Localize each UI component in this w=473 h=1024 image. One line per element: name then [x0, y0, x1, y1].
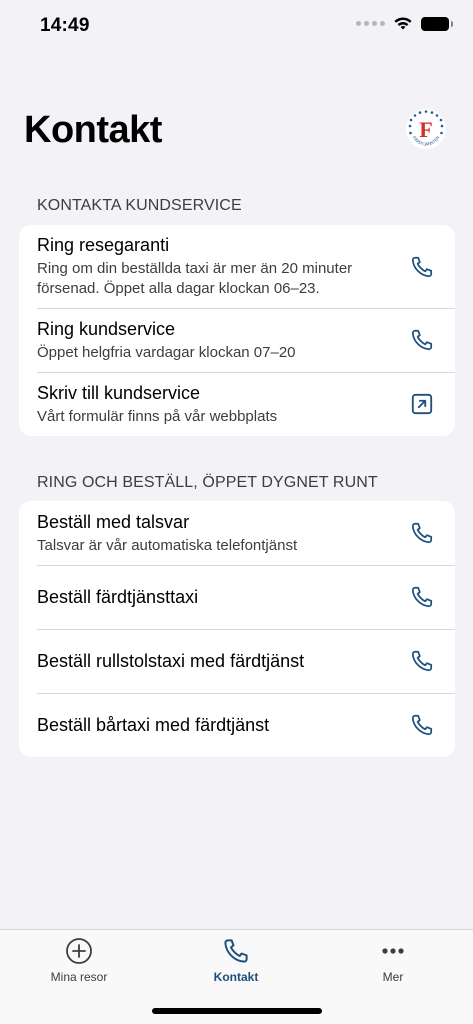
more-icon	[382, 948, 404, 954]
list-item-ring-resegaranti[interactable]: Ring resegaranti Ring om din beställda t…	[19, 225, 455, 308]
page-header: Kontakt F FÄRDTJÄNSTEN	[24, 104, 453, 156]
phone-icon[interactable]	[409, 327, 435, 353]
phone-icon[interactable]	[409, 254, 435, 280]
row-title: Ring resegaranti	[37, 235, 170, 255]
section-header-kundservice: KONTAKTA KUNDSERVICE	[37, 197, 242, 214]
cellular-signal-icon	[356, 21, 385, 26]
phone-icon[interactable]	[409, 520, 435, 546]
row-title: Skriv till kundservice	[37, 382, 201, 403]
row-subtitle: Öppet helgfria vardagar klockan 07–20	[37, 343, 296, 361]
list-item-bestall-bartaxi[interactable]: Beställ bårtaxi med färdtjänst	[19, 693, 455, 757]
fardtjansten-logo: F FÄRDTJÄNSTEN	[406, 109, 446, 149]
list-item-skriv-till-kundservice[interactable]: Skriv till kundservice Vårt formulär fin…	[19, 372, 455, 436]
plus-circle-icon	[66, 938, 92, 964]
tab-mina-resor[interactable]: Mina resor	[19, 936, 139, 984]
tab-kontakt[interactable]: Kontakt	[176, 936, 296, 984]
section-header-ring-och-bestall: RING OCH BESTÄLL, ÖPPET DYGNET RUNT	[37, 474, 378, 491]
row-subtitle: Ring om din beställda taxi är mer än 20 …	[37, 260, 353, 297]
row-subtitle: Vårt formulär finns på vår webbplats	[37, 407, 278, 425]
row-subtitle: Talsvar är vår automatiska telefontjänst	[37, 536, 298, 554]
status-icons	[356, 16, 453, 31]
svg-text:F: F	[419, 117, 432, 142]
row-title: Beställ bårtaxi med färdtjänst	[37, 714, 270, 735]
phone-icon	[224, 939, 248, 963]
tab-label: Kontakt	[213, 970, 259, 984]
tab-label: Mina resor	[50, 970, 108, 984]
wifi-icon	[394, 17, 412, 30]
tab-label: Mer	[382, 970, 404, 984]
row-title: Beställ rullstolstaxi med färdtjänst	[37, 650, 305, 671]
tab-mer[interactable]: Mer	[333, 936, 453, 984]
row-title: Beställ färdtjänsttaxi	[37, 586, 199, 607]
external-link-icon[interactable]	[409, 391, 435, 417]
phone-icon[interactable]	[409, 712, 435, 738]
kundservice-card: Ring resegaranti Ring om din beställda t…	[19, 225, 455, 436]
list-item-bestall-rullstolstaxi[interactable]: Beställ rullstolstaxi med färdtjänst	[19, 629, 455, 693]
bestall-card: Beställ med talsvar Talsvar är vår autom…	[19, 501, 455, 757]
phone-icon[interactable]	[409, 584, 435, 610]
battery-icon	[421, 16, 453, 31]
page-title: Kontakt	[24, 109, 162, 151]
list-item-ring-kundservice[interactable]: Ring kundservice Öppet helgfria vardagar…	[19, 308, 455, 372]
list-item-bestall-med-talsvar[interactable]: Beställ med talsvar Talsvar är vår autom…	[19, 501, 455, 565]
status-bar: 14:49	[0, 0, 473, 54]
status-time: 14:49	[40, 15, 90, 36]
row-title: Beställ med talsvar	[37, 511, 190, 532]
home-indicator[interactable]	[152, 1008, 322, 1014]
phone-icon[interactable]	[409, 648, 435, 674]
list-item-bestall-fardtjansttaxi[interactable]: Beställ färdtjänsttaxi	[19, 565, 455, 629]
row-title: Ring kundservice	[37, 318, 176, 339]
